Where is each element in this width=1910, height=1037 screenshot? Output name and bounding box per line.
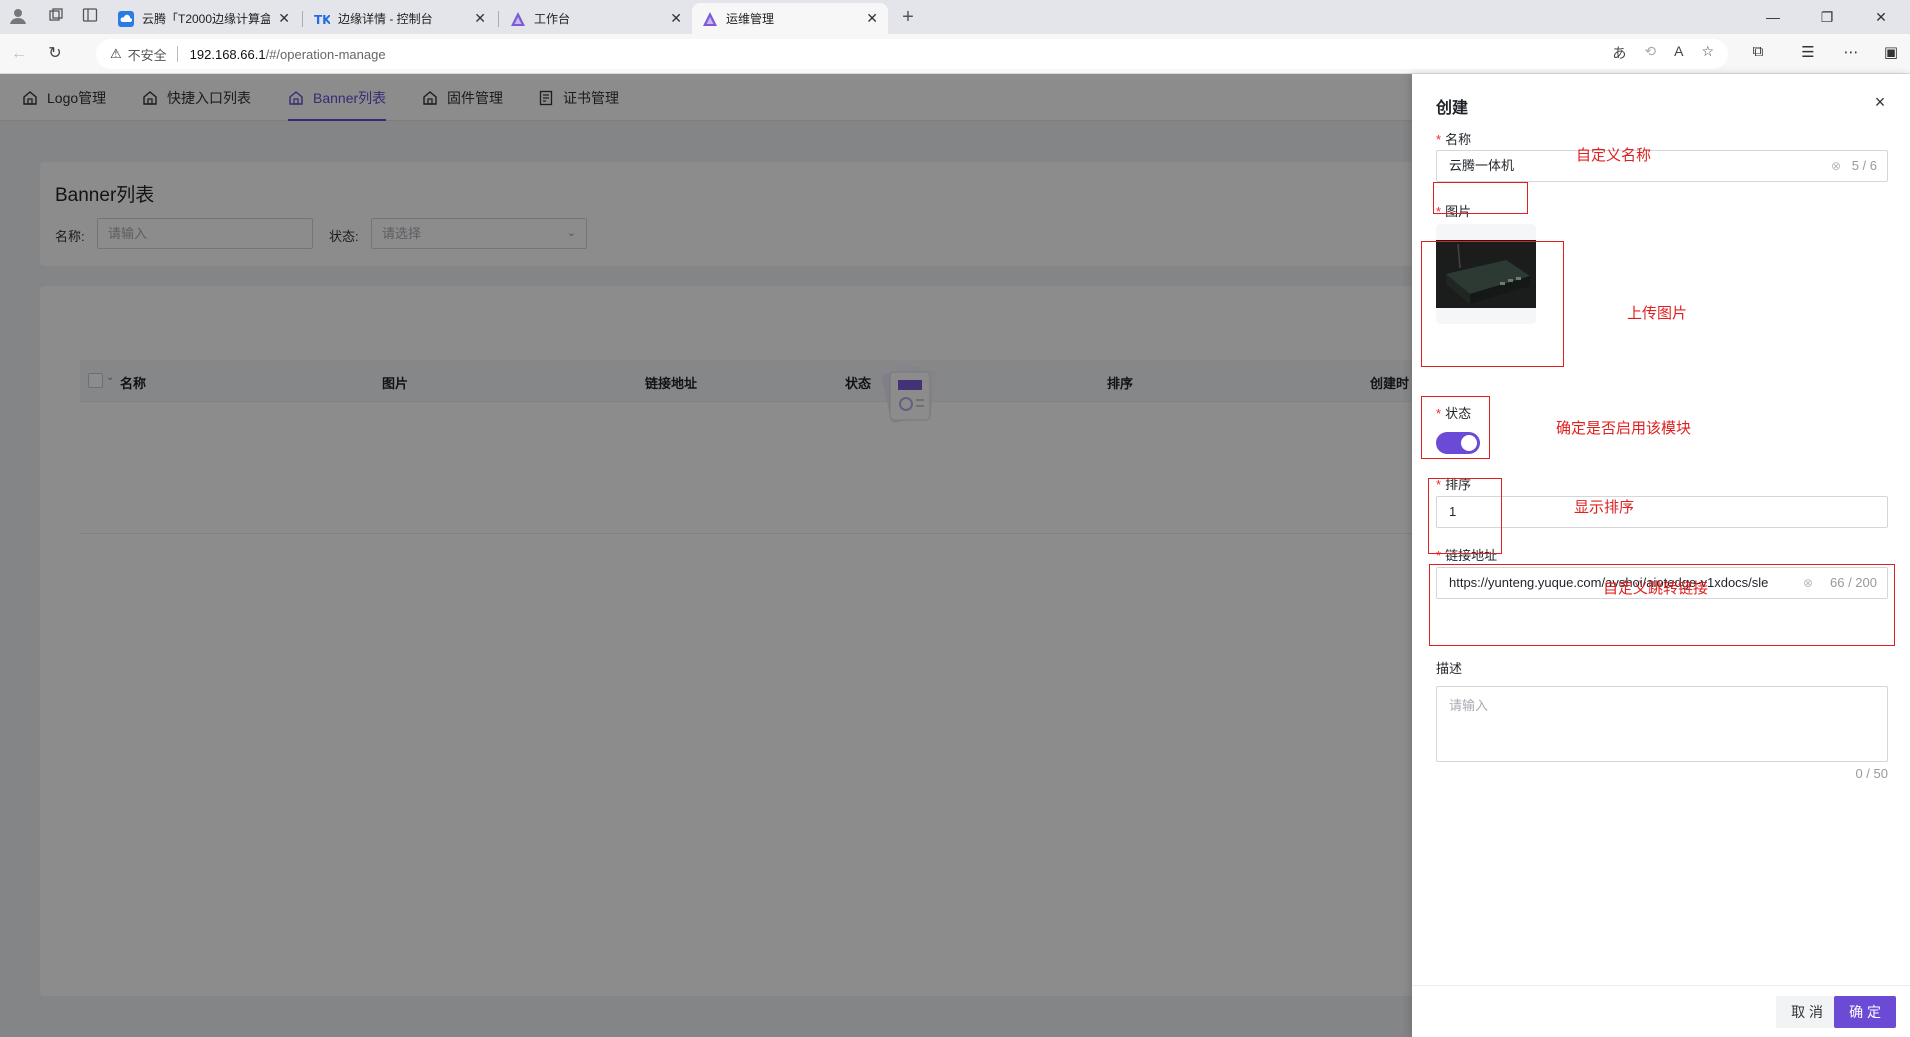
favorite-star-icon[interactable]: ☆	[1701, 43, 1714, 63]
annotation-order-note: 显示排序	[1574, 499, 1635, 516]
tab-workbench[interactable]: 工作台 ✕	[500, 3, 692, 34]
more-menu-icon[interactable]: ⋯	[1840, 43, 1862, 61]
tracking-icon[interactable]: ⟲	[1644, 43, 1656, 63]
order-input[interactable]: 1	[1436, 496, 1888, 528]
name-char-count: 5 / 6	[1847, 151, 1877, 181]
workspaces-icon[interactable]	[46, 7, 66, 27]
tab-title: 边缘详情 - 控制台	[338, 12, 433, 26]
url-divider	[176, 46, 178, 62]
confirm-button[interactable]: 确 定	[1834, 996, 1896, 1028]
tk-favicon-icon: TK	[314, 13, 330, 27]
desc-field-label: 描述	[1436, 658, 1462, 677]
tab-yunteng-product[interactable]: 云腾「T2000边缘计算盒子」产品 ✕	[108, 3, 300, 34]
insecure-label: 不安全	[127, 47, 167, 63]
modal-overlay[interactable]	[0, 74, 1412, 1037]
name-input[interactable]: 云腾一体机 ⊗ 5 / 6	[1436, 150, 1888, 182]
sidebar-toggle-icon[interactable]: ▣	[1880, 43, 1902, 61]
url-host: 192.168.66.1	[189, 46, 266, 62]
annotation-box-order	[1428, 478, 1502, 554]
restore-icon[interactable]: ❐	[1800, 0, 1854, 34]
create-drawer: 创建 × * 名称 云腾一体机 ⊗ 5 / 6 * 图片 * 状态 * 排序 1 * 链接…	[1412, 74, 1910, 1037]
desc-textarea[interactable]: 请输入	[1436, 686, 1888, 762]
url-path: /#/operation-manage	[265, 46, 386, 62]
minimize-icon[interactable]: —	[1746, 0, 1800, 34]
annotation-box-name	[1433, 182, 1528, 214]
tab-close-icon[interactable]: ✕	[278, 10, 290, 27]
svg-text:TK: TK	[314, 13, 330, 27]
reload-icon[interactable]: ↻	[44, 43, 66, 65]
triangle-favicon-icon	[511, 11, 525, 26]
tab-title: 运维管理	[726, 12, 775, 26]
tab-close-icon[interactable]: ✕	[670, 10, 682, 27]
annotation-image-note: 上传图片	[1627, 305, 1688, 322]
desc-char-count: 0 / 50	[1855, 766, 1888, 781]
tab-divider	[302, 11, 303, 27]
tab-title: 云腾「T2000边缘计算盒子」产品	[142, 12, 271, 26]
cloud-favicon-icon	[118, 10, 134, 27]
annotation-status-note: 确定是否启用该模块	[1556, 420, 1692, 437]
close-window-icon[interactable]: ✕	[1854, 0, 1908, 34]
read-aloud-icon[interactable]: A	[1674, 43, 1683, 63]
browser-address-bar: ← ↻ ⚠ 不安全 192.168.66.1/#/operation-manag…	[0, 34, 1910, 74]
extensions-icon[interactable]: ⧉	[1747, 43, 1769, 60]
drawer-close-icon[interactable]: ×	[1870, 92, 1890, 113]
annotation-name-note: 自定义名称	[1576, 147, 1652, 164]
warning-icon: ⚠	[110, 46, 122, 61]
tab-title: 工作台	[534, 12, 571, 26]
translate-icon[interactable]: あ	[1612, 43, 1626, 63]
desc-placeholder: 请输入	[1449, 698, 1489, 713]
profile-icon[interactable]	[8, 7, 28, 27]
tab-close-icon[interactable]: ✕	[474, 10, 486, 27]
annotation-box-image	[1421, 241, 1564, 367]
back-icon[interactable]: ←	[8, 43, 30, 65]
new-tab-icon[interactable]: +	[898, 7, 918, 27]
desc-label-text: 描述	[1436, 661, 1463, 676]
vertical-tabs-icon[interactable]	[80, 7, 100, 27]
annotation-box-status	[1421, 396, 1490, 459]
drawer-footer: 取 消 确 定	[1412, 985, 1910, 1037]
cancel-button[interactable]: 取 消	[1776, 996, 1838, 1028]
tab-close-icon[interactable]: ✕	[866, 10, 878, 27]
annotation-link-note: 自定义跳转链接	[1603, 580, 1709, 597]
name-field-label: * 名称	[1436, 129, 1471, 148]
required-mark: *	[1436, 132, 1442, 147]
drawer-title: 创建	[1436, 100, 1469, 117]
tab-operation-manage[interactable]: 运维管理 ✕	[692, 3, 888, 34]
url-tools: あ ⟲ A ☆	[1612, 43, 1714, 63]
browser-tab-bar: 云腾「T2000边缘计算盒子」产品 ✕ TK 边缘详情 - 控制台 ✕ 工作台 …	[0, 0, 1910, 34]
favorites-icon[interactable]: ☰	[1797, 43, 1819, 61]
clear-icon[interactable]: ⊗	[1831, 151, 1841, 181]
triangle-favicon-icon	[703, 11, 717, 26]
tab-divider	[498, 11, 499, 27]
url-field[interactable]: ⚠ 不安全 192.168.66.1/#/operation-manage あ …	[96, 39, 1728, 69]
name-label-text: 名称	[1445, 132, 1472, 147]
name-input-value: 云腾一体机	[1449, 158, 1515, 173]
tab-edge-detail[interactable]: TK 边缘详情 - 控制台 ✕	[304, 3, 496, 34]
